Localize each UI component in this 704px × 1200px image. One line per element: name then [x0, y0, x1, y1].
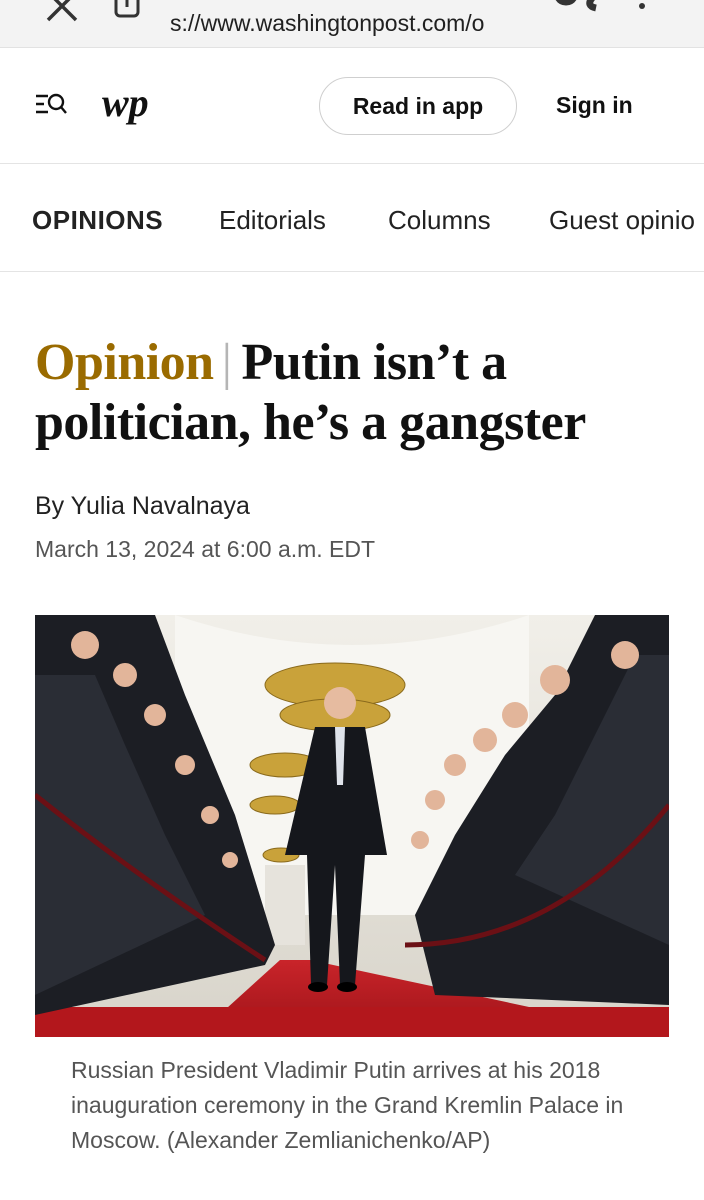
svg-text:wp: wp	[102, 82, 149, 125]
nav-item-editorials[interactable]: Editorials	[219, 205, 326, 236]
byline[interactable]: By Yulia Navalnaya	[35, 492, 250, 521]
washington-post-logo[interactable]: wp	[100, 82, 160, 132]
search-menu-icon[interactable]	[34, 90, 68, 120]
sign-in-link[interactable]: Sign in	[556, 92, 633, 119]
opinion-kicker[interactable]: Opinion	[35, 334, 214, 391]
browser-toolbar: s://www.washingtonpost.com/o	[0, 0, 704, 48]
publish-date: March 13, 2024 at 6:00 a.m. EDT	[35, 536, 376, 562]
section-nav: OPINIONS Editorials Columns Guest opinio	[0, 165, 704, 272]
lock-icon[interactable]	[113, 0, 141, 18]
address-bar[interactable]: s://www.washingtonpost.com/o	[170, 10, 526, 37]
extension-icon[interactable]	[552, 0, 598, 14]
photo-illustration	[35, 615, 669, 1037]
close-icon[interactable]	[44, 0, 80, 24]
nav-item-guest-opinions[interactable]: Guest opinio	[549, 205, 695, 236]
article-headline: Opinion | Putin isn’t a politician, he’s a…	[35, 333, 675, 453]
nav-item-columns[interactable]: Columns	[388, 205, 491, 236]
photo-caption: Russian President Vladimir Putin arrives…	[71, 1057, 624, 1153]
article-photo[interactable]	[35, 615, 669, 1037]
kicker-divider: |	[221, 334, 232, 391]
kebab-menu-icon[interactable]	[632, 0, 652, 18]
nav-item-opinions[interactable]: OPINIONS	[32, 205, 163, 236]
site-header: wp Read in app Sign in	[0, 48, 704, 164]
read-in-app-button[interactable]: Read in app	[319, 77, 517, 135]
